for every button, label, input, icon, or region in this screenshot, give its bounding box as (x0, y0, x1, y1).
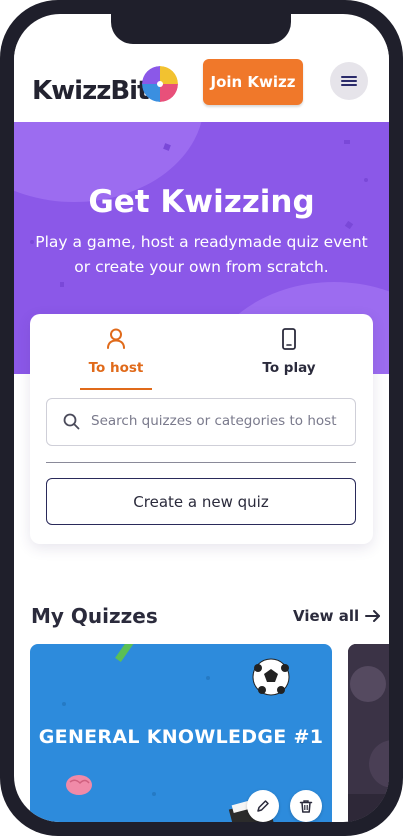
tab-to-play-label: To play (262, 360, 316, 376)
menu-button[interactable] (330, 62, 368, 100)
tab-to-play[interactable]: To play (252, 328, 326, 380)
create-new-quiz-button[interactable]: Create a new quiz (46, 478, 356, 525)
top-header: KwizzBit Join Kwizz (14, 44, 389, 122)
tab-to-host-label: To host (88, 360, 144, 376)
person-icon (106, 328, 126, 354)
logo-text[interactable]: KwizzBit (32, 76, 150, 106)
my-quizzes-title: My Quizzes (31, 604, 158, 628)
pencil-edit-icon (257, 800, 269, 812)
hero-subtitle: Play a game, host a readymade quiz event… (35, 233, 368, 276)
search-input[interactable]: Search quizzes or categories to host (46, 398, 356, 446)
hero-title: Get Kwizzing (88, 184, 315, 220)
delete-quiz-button[interactable] (290, 790, 322, 822)
active-tab-indicator (80, 388, 152, 390)
phone-frame: KwizzBit Join Kwizz Get Kwizzing Play a … (0, 0, 403, 836)
trash-icon (299, 799, 313, 813)
pencil-icon (115, 644, 136, 662)
soccer-ball-icon (252, 658, 290, 696)
screen: KwizzBit Join Kwizz Get Kwizzing Play a … (14, 14, 389, 822)
edit-quiz-button[interactable] (247, 790, 279, 822)
search-placeholder: Search quizzes or categories to host (91, 413, 337, 429)
quiz-card-partial-art (348, 644, 389, 822)
quiz-card-partial[interactable] (348, 644, 389, 822)
arrow-right-icon (365, 610, 381, 622)
brain-icon (66, 775, 92, 795)
divider (46, 462, 356, 463)
quiz-card[interactable]: GENERAL KNOWLEDGE #1 (30, 644, 332, 822)
hamburger-icon (341, 74, 357, 88)
host-play-card: To host To play Search quizzes or catego… (30, 314, 373, 544)
join-kwizz-button[interactable]: Join Kwizz (203, 59, 303, 105)
logo-mark-icon[interactable] (142, 66, 178, 102)
phone-icon (282, 328, 296, 354)
phone-notch (111, 14, 291, 44)
search-icon (63, 413, 80, 434)
tab-to-host[interactable]: To host (80, 328, 152, 390)
view-all-label: View all (293, 607, 360, 625)
quiz-card-title: GENERAL KNOWLEDGE #1 (38, 726, 324, 748)
view-all-link[interactable]: View all (293, 607, 381, 625)
